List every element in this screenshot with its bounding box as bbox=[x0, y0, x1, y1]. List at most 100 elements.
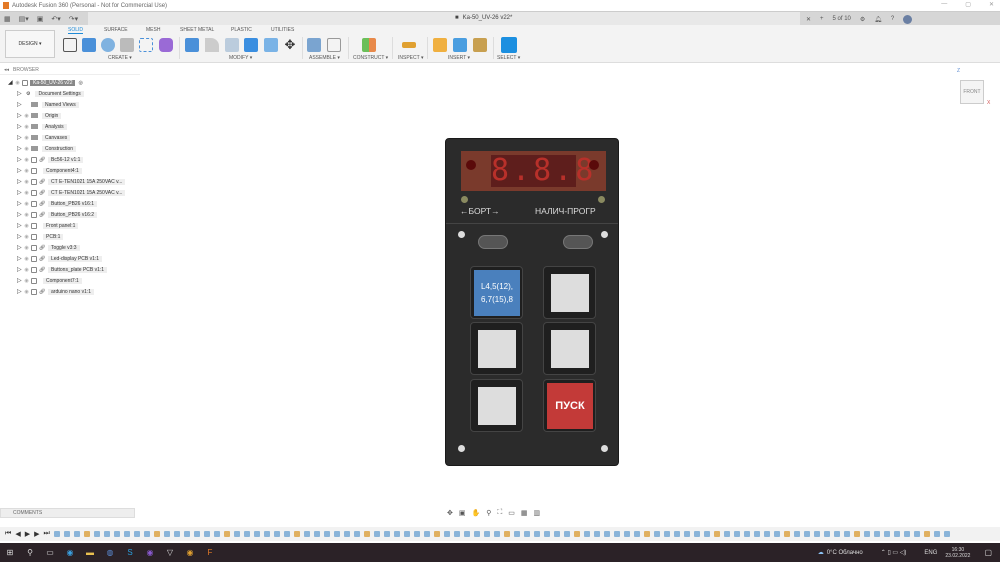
timeline-feature-icon[interactable] bbox=[843, 531, 850, 537]
timeline-feature-icon[interactable] bbox=[253, 531, 260, 537]
browser-item[interactable]: ▷ ◉ PCB:1 bbox=[17, 231, 64, 242]
timeline-feature-icon[interactable] bbox=[773, 531, 780, 537]
assemble-menu[interactable]: ASSEMBLE ▾ bbox=[309, 55, 340, 61]
task-view-icon[interactable]: ▭ bbox=[40, 548, 60, 557]
timeline-feature-icon[interactable] bbox=[673, 531, 680, 537]
eye-icon[interactable]: ◉ bbox=[22, 278, 31, 284]
timeline-feature-icon[interactable] bbox=[903, 531, 910, 537]
workspace-switcher[interactable]: DESIGN ▾ bbox=[5, 30, 55, 58]
timeline-feature-icon[interactable] bbox=[653, 531, 660, 537]
timeline-feature-icon[interactable] bbox=[443, 531, 450, 537]
timeline-feature-icon[interactable] bbox=[343, 531, 350, 537]
timeline-feature-icon[interactable] bbox=[293, 531, 300, 537]
document-tab[interactable]: ■ Ka-50_UV-26 v22* bbox=[455, 15, 512, 21]
eye-icon[interactable]: ◉ bbox=[22, 245, 31, 251]
orbit-icon[interactable]: ✥ bbox=[447, 509, 453, 517]
timeline-feature-icon[interactable] bbox=[103, 531, 110, 537]
timeline-feature-icon[interactable] bbox=[663, 531, 670, 537]
timeline-feature-icon[interactable] bbox=[273, 531, 280, 537]
timeline-feature-icon[interactable] bbox=[143, 531, 150, 537]
timeline-feature-icon[interactable] bbox=[923, 531, 930, 537]
clock[interactable]: 16:30 23.02.2022 bbox=[945, 547, 970, 559]
timeline-feature-icon[interactable] bbox=[613, 531, 620, 537]
timeline-feature-icon[interactable] bbox=[883, 531, 890, 537]
timeline-feature-icon[interactable] bbox=[503, 531, 510, 537]
timeline-feature-icon[interactable] bbox=[123, 531, 130, 537]
start-icon[interactable]: ⊞ bbox=[0, 548, 20, 557]
timeline-feature-icon[interactable] bbox=[943, 531, 950, 537]
timeline-feature-icon[interactable] bbox=[453, 531, 460, 537]
eye-icon[interactable]: ◉ bbox=[22, 135, 31, 141]
timeline-feature-icon[interactable] bbox=[723, 531, 730, 537]
create-menu[interactable]: CREATE ▾ bbox=[108, 55, 132, 61]
timeline-feature-icon[interactable] bbox=[603, 531, 610, 537]
search-icon[interactable]: ⚲ bbox=[20, 548, 40, 557]
white-button[interactable] bbox=[470, 379, 523, 432]
timeline-prev-icon[interactable]: ◀ bbox=[15, 530, 20, 538]
viewports-icon[interactable]: ▥ bbox=[534, 509, 541, 517]
timeline-feature-icon[interactable] bbox=[583, 531, 590, 537]
timeline-feature-icon[interactable] bbox=[623, 531, 630, 537]
timeline-feature-icon[interactable] bbox=[553, 531, 560, 537]
new-tab-icon[interactable]: + bbox=[820, 16, 824, 22]
browser-item[interactable]: ▷ ⚙ Document Settings bbox=[17, 88, 84, 99]
timeline-feature-icon[interactable] bbox=[333, 531, 340, 537]
timeline-feature-icon[interactable] bbox=[83, 531, 90, 537]
timeline-feature-icon[interactable] bbox=[713, 531, 720, 537]
tray-icons[interactable]: ⌃ ▯ ▭ ◁) bbox=[881, 549, 907, 556]
pattern-icon[interactable] bbox=[139, 38, 153, 52]
browser-item[interactable]: ▷ ◉ 🔗︎ Button_PB26 v16:2 bbox=[17, 209, 98, 220]
timeline-feature-icon[interactable] bbox=[173, 531, 180, 537]
timeline-feature-icon[interactable] bbox=[683, 531, 690, 537]
timeline-feature-icon[interactable] bbox=[133, 531, 140, 537]
timeline-feature-icon[interactable] bbox=[463, 531, 470, 537]
timeline-feature-icon[interactable] bbox=[63, 531, 70, 537]
maximize-button[interactable]: ▢ bbox=[965, 1, 971, 8]
construct-menu[interactable]: CONSTRUCT ▾ bbox=[353, 55, 388, 61]
timeline-feature-icon[interactable] bbox=[413, 531, 420, 537]
timeline-next-icon[interactable]: ▶ bbox=[34, 530, 39, 538]
timeline-feature-icon[interactable] bbox=[703, 531, 710, 537]
timeline-feature-icon[interactable] bbox=[783, 531, 790, 537]
timeline-feature-icon[interactable] bbox=[763, 531, 770, 537]
timeline-feature-icon[interactable] bbox=[693, 531, 700, 537]
timeline-feature-icon[interactable] bbox=[153, 531, 160, 537]
timeline-feature-icon[interactable] bbox=[283, 531, 290, 537]
timeline-feature-icon[interactable] bbox=[833, 531, 840, 537]
activate-radio-icon[interactable]: ◎ bbox=[78, 80, 82, 86]
browser-header[interactable]: ◂◂ BROWSER bbox=[0, 65, 140, 75]
timeline-feature-icon[interactable] bbox=[303, 531, 310, 537]
eye-icon[interactable]: ◉ bbox=[22, 234, 31, 240]
help-icon[interactable]: ? bbox=[891, 16, 894, 22]
job-status[interactable]: 5 of 10 bbox=[833, 16, 851, 22]
toggle-switch-right[interactable] bbox=[563, 235, 593, 249]
browser-item[interactable]: ▷ ◉ Analysis bbox=[17, 121, 67, 132]
timeline-feature-icon[interactable] bbox=[263, 531, 270, 537]
timeline-feature-icon[interactable] bbox=[513, 531, 520, 537]
browser-item[interactable]: ▷ ◉ Front panel:1 bbox=[17, 220, 79, 231]
extensions-icon[interactable]: ⚙ bbox=[860, 16, 865, 23]
browser-item[interactable]: ▷ ◉ 🔗︎ Led-display PCB v1:1 bbox=[17, 253, 103, 264]
timeline-feature-icon[interactable] bbox=[353, 531, 360, 537]
new-component-icon[interactable] bbox=[307, 38, 321, 52]
eye-icon[interactable]: ◉ bbox=[22, 113, 31, 119]
timeline-feature-icon[interactable] bbox=[53, 531, 60, 537]
create-sketch-icon[interactable] bbox=[63, 38, 77, 52]
comments-panel[interactable]: COMMENTS bbox=[0, 508, 135, 518]
edge-icon[interactable]: ◉ bbox=[60, 548, 80, 557]
eye-icon[interactable]: ◉ bbox=[22, 289, 31, 295]
close-tab-icon[interactable]: ✕ bbox=[806, 16, 811, 23]
redo-icon[interactable]: ↷▾ bbox=[69, 15, 78, 23]
timeline-feature-icon[interactable] bbox=[573, 531, 580, 537]
zoom-icon[interactable]: ⚲ bbox=[486, 509, 491, 517]
timeline-feature-icon[interactable] bbox=[823, 531, 830, 537]
timeline-feature-icon[interactable] bbox=[213, 531, 220, 537]
timeline-feature-icon[interactable] bbox=[363, 531, 370, 537]
timeline-feature-icon[interactable] bbox=[223, 531, 230, 537]
blue-button[interactable]: L4,5(12), 6,7(15),8 bbox=[470, 266, 523, 319]
eye-icon[interactable]: ◉ bbox=[22, 256, 31, 262]
timeline-feature-icon[interactable] bbox=[803, 531, 810, 537]
timeline-feature-icon[interactable] bbox=[533, 531, 540, 537]
notifications-icon[interactable]: 🔔︎ bbox=[874, 16, 882, 23]
timeline-feature-icon[interactable] bbox=[93, 531, 100, 537]
